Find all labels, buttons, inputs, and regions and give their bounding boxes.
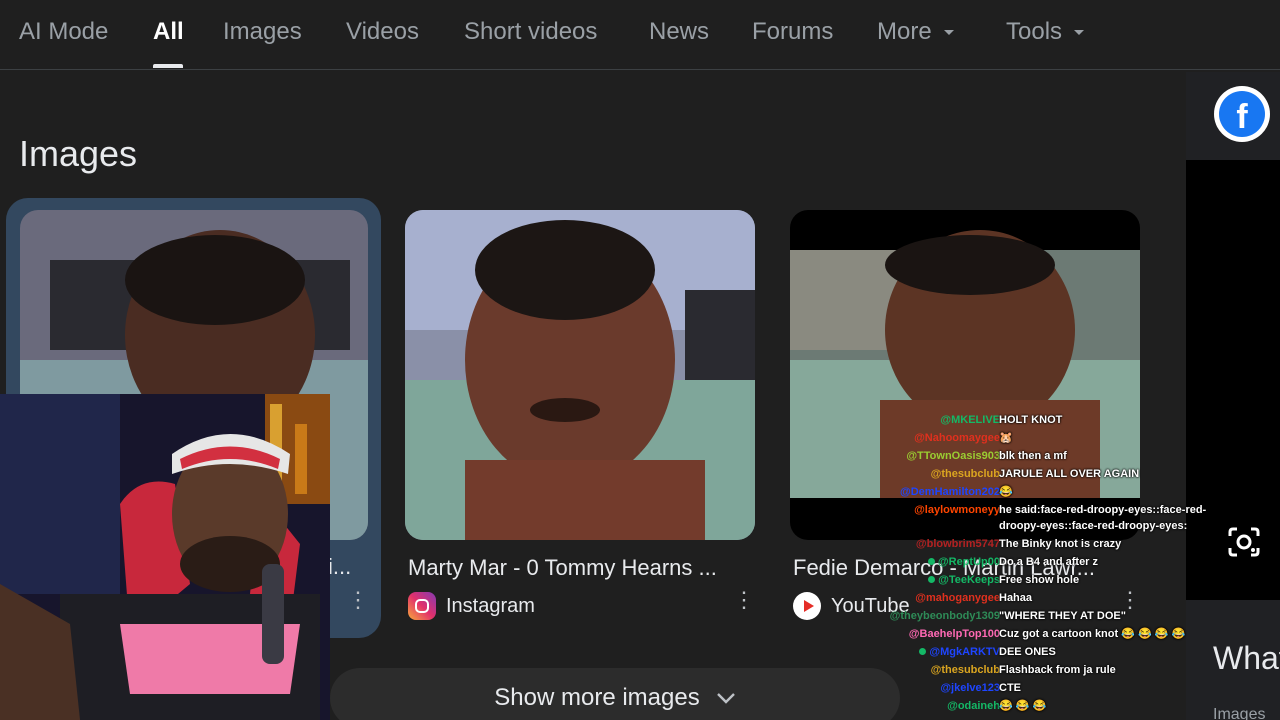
show-more-label: Show more images <box>494 684 700 711</box>
more-options-icon[interactable]: ⋮ <box>733 589 755 611</box>
chat-username-text: @ReptUp00 <box>937 556 1000 568</box>
chat-text: he said:face-red-droopy-eyes::face-red-d… <box>999 504 1207 532</box>
chat-username: @odaineh <box>947 700 1000 712</box>
member-badge-icon <box>928 576 936 583</box>
chat-text: The Binky knot is crazy <box>999 538 1122 550</box>
facebook-icon[interactable]: f <box>1214 86 1270 142</box>
google-lens-icon[interactable] <box>1226 526 1262 558</box>
chat-username: @TeeKeeps <box>928 572 1000 588</box>
chevron-down-icon <box>943 30 954 36</box>
chat-text: 😂 😂 😂 <box>999 700 1047 712</box>
member-badge-icon <box>919 648 927 655</box>
chat-text: Cuz got a cartoon knot 😂 😂 😂 😂 <box>999 628 1186 640</box>
chat-username: @thesubclub <box>930 468 1000 480</box>
chat-username: @laylowmoneyy <box>914 504 1000 516</box>
chat-username: @thesubclub <box>930 664 1000 676</box>
chat-text: Flashback from ja rule <box>999 664 1116 676</box>
chat-text: "WHERE THEY AT DOE" <box>999 610 1126 622</box>
chat-username: @DemHamilton202 <box>900 486 1000 498</box>
chevron-down-icon <box>716 693 735 704</box>
tab-forums[interactable]: Forums <box>752 18 833 46</box>
chat-username: @Nahoomaygee <box>914 432 1000 444</box>
more-options-icon[interactable]: ⋮ <box>347 589 369 611</box>
chat-text: DEE ONES <box>999 646 1056 658</box>
member-badge-icon <box>927 558 935 565</box>
tab-videos[interactable]: Videos <box>346 18 419 46</box>
chat-username: @theybeonbody1309 <box>889 610 1000 622</box>
chevron-down-icon <box>1074 30 1085 36</box>
chat-username: @BaehelpTop100 <box>908 628 1000 640</box>
chat-username: @jkelve123 <box>940 682 1000 694</box>
source-name: Instagram <box>446 594 535 617</box>
chat-username: @mahoganygee <box>915 592 1000 604</box>
tab-short-videos[interactable]: Short videos <box>464 18 597 46</box>
images-section-title: Images <box>19 133 138 174</box>
image-result-card[interactable]: Marty Mar - 0 Tommy Hearns ... Instagram… <box>392 198 767 638</box>
chat-text: Free show hole <box>999 574 1080 586</box>
chat-text: 😂 <box>999 486 1013 498</box>
show-more-images-button[interactable]: Show more images <box>330 668 900 720</box>
chat-text: blk then a mf <box>999 450 1067 462</box>
result-source[interactable]: Instagram <box>408 592 535 620</box>
chat-text: Hahaa <box>999 592 1033 604</box>
tab-more[interactable]: More <box>877 18 954 46</box>
chat-username: @TTownOasis903 <box>906 450 1000 462</box>
chat-username: @MKELIVE <box>940 414 1000 426</box>
tab-news[interactable]: News <box>649 18 709 46</box>
tools-label: Tools <box>1006 18 1063 45</box>
tab-all[interactable]: All <box>153 18 184 46</box>
tab-images[interactable]: Images <box>223 18 302 46</box>
chat-username-text: @TeeKeeps <box>938 574 1000 586</box>
tab-ai-mode[interactable]: AI Mode <box>19 18 108 46</box>
chat-text: Do a B4 and after z <box>999 556 1099 568</box>
active-tab-indicator <box>153 64 183 68</box>
chat-text: HOLT KNOT <box>999 414 1063 426</box>
result-title[interactable]: Marty Mar - 0 Tommy Hearns ... <box>408 555 758 581</box>
instagram-icon <box>408 592 436 620</box>
chat-text: 🐹 <box>999 432 1013 444</box>
tools-button[interactable]: Tools <box>1006 18 1085 46</box>
panel-heading: What <box>1213 640 1280 676</box>
result-thumbnail[interactable] <box>405 210 755 540</box>
chat-username: @MgkARKTV <box>919 644 1000 660</box>
chat-text: JARULE ALL OVER AGAIN <box>999 468 1140 480</box>
streamer-webcam <box>0 394 330 720</box>
chat-username-text: @MgkARKTV <box>929 646 1000 658</box>
result-title[interactable]: i... <box>328 554 368 580</box>
chat-username: @ReptUp00 <box>927 554 1000 570</box>
youtube-icon <box>793 592 821 620</box>
search-tabs-bar: AI Mode All Images Videos Short videos N… <box>0 0 1280 70</box>
chat-text: CTE <box>999 682 1021 694</box>
chat-username: @blowbrim5747 <box>915 538 1000 550</box>
tab-more-label: More <box>877 18 932 45</box>
panel-images-label: Images <box>1213 706 1266 720</box>
